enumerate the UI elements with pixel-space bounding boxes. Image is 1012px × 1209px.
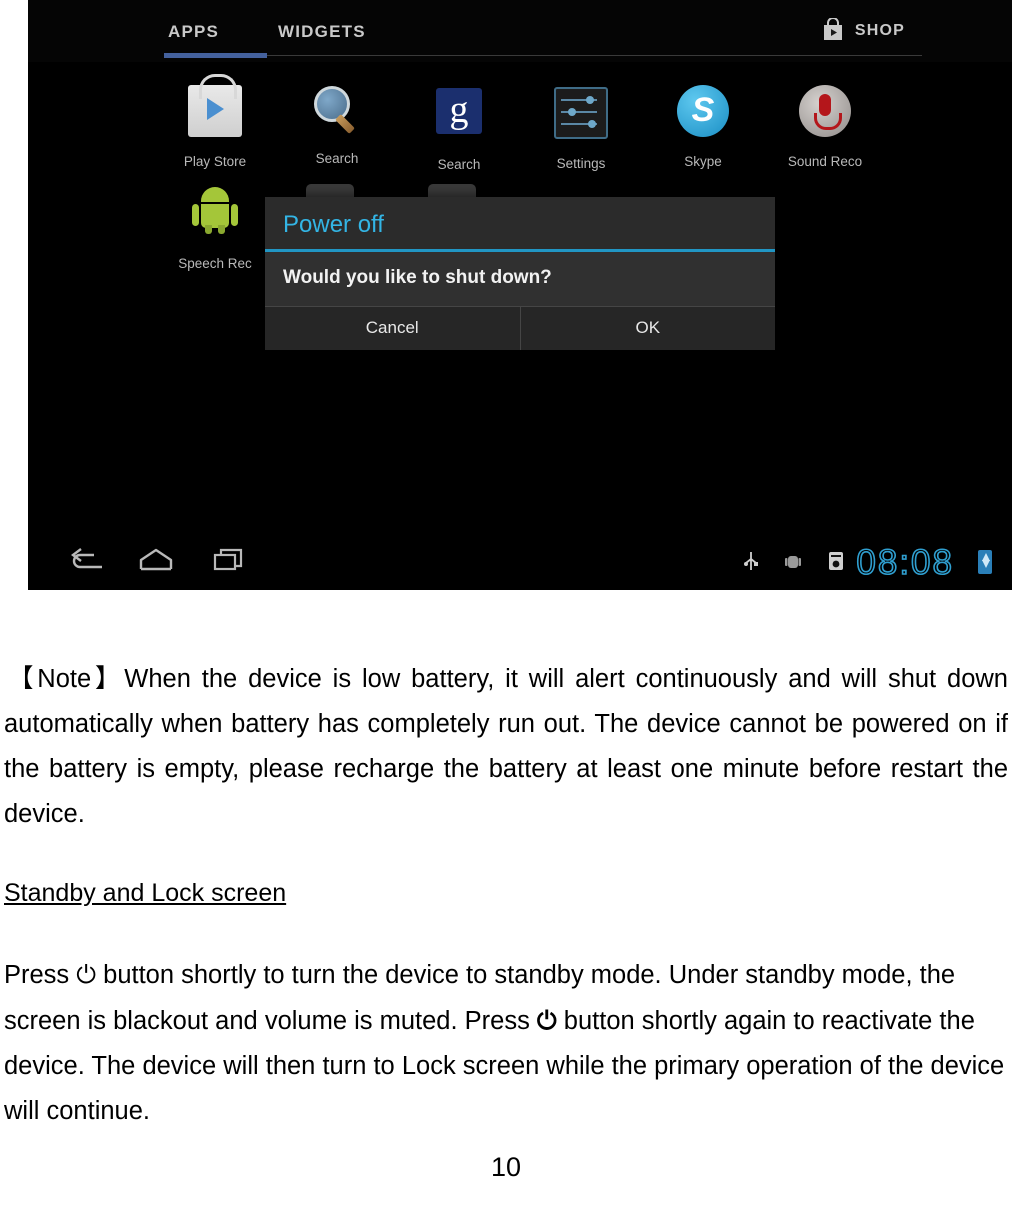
back-icon[interactable] (68, 547, 104, 578)
dialog-title: Power off (283, 211, 384, 238)
play-store-icon (186, 74, 244, 143)
document-body: 【Note】When the device is low battery, it… (0, 590, 1012, 1160)
home-icon[interactable] (138, 547, 174, 578)
ok-button[interactable]: OK (521, 307, 776, 350)
app-label: Play Store (183, 154, 247, 169)
settings-sliders-icon (552, 87, 610, 145)
usb-icon (744, 550, 758, 577)
tab-apps[interactable]: APPS (168, 22, 219, 42)
dialog-button-row: Cancel OK (265, 306, 775, 350)
app-item-skype[interactable]: S Skype (642, 82, 764, 169)
power-button-icon: ⏻ (536, 1006, 557, 1035)
app-item-play-store[interactable]: Play Store (154, 74, 276, 169)
app-item-search[interactable]: Search (276, 82, 398, 166)
android-screenshot: APPS WIDGETS SHOP Play Store Search g Se… (28, 0, 1012, 590)
shop-button[interactable]: SHOP (855, 22, 905, 40)
system-update-icon (828, 551, 844, 576)
app-drawer-tabbar: APPS WIDGETS SHOP (28, 0, 1012, 62)
tabbar-divider (267, 55, 922, 56)
app-label: Sound Reco (787, 154, 863, 169)
status-clock: 08:08 (856, 542, 954, 583)
section-heading: Standby and Lock screen (4, 879, 287, 907)
app-label: Settings (556, 156, 606, 171)
system-navigation-bar: 08:08 (28, 534, 1012, 590)
battery-charging-icon (978, 550, 992, 574)
app-item-google-search[interactable]: g Search (398, 82, 520, 172)
search-magnifier-icon (308, 82, 366, 140)
tab-widgets[interactable]: WIDGETS (278, 22, 366, 42)
app-label: Skype (684, 154, 722, 169)
android-debug-icon (784, 551, 802, 576)
note-paragraph: 【Note】When the device is low battery, it… (4, 665, 1008, 828)
recent-apps-icon[interactable] (213, 547, 247, 578)
shop-bag-icon (822, 17, 844, 42)
android-robot-icon (186, 187, 244, 245)
power-button-icon: ⏻ (76, 960, 97, 989)
status-icons (744, 550, 844, 577)
app-label: Search (437, 157, 481, 172)
app-item-speech-recorder[interactable]: Speech Rec (154, 182, 276, 271)
cancel-button[interactable]: Cancel (265, 307, 521, 350)
power-off-dialog: Power off Would you like to shut down? C… (265, 197, 775, 350)
app-label: Search (315, 151, 359, 166)
app-item-sound-recorder[interactable]: Sound Reco (764, 82, 886, 169)
app-item-settings[interactable]: Settings (520, 82, 642, 171)
standby-paragraph: Press ⏻ button shortly to turn the devic… (0, 952, 1012, 1134)
app-label: Speech Rec (178, 256, 252, 271)
standby-text-part1: Press (4, 961, 77, 989)
google-search-icon: g (430, 88, 488, 146)
page-number: 10 (490, 1152, 522, 1182)
skype-icon: S (674, 85, 732, 143)
tab-selected-underline (164, 53, 267, 58)
sound-recorder-icon (796, 85, 854, 143)
dialog-message: Would you like to shut down? (265, 252, 775, 306)
